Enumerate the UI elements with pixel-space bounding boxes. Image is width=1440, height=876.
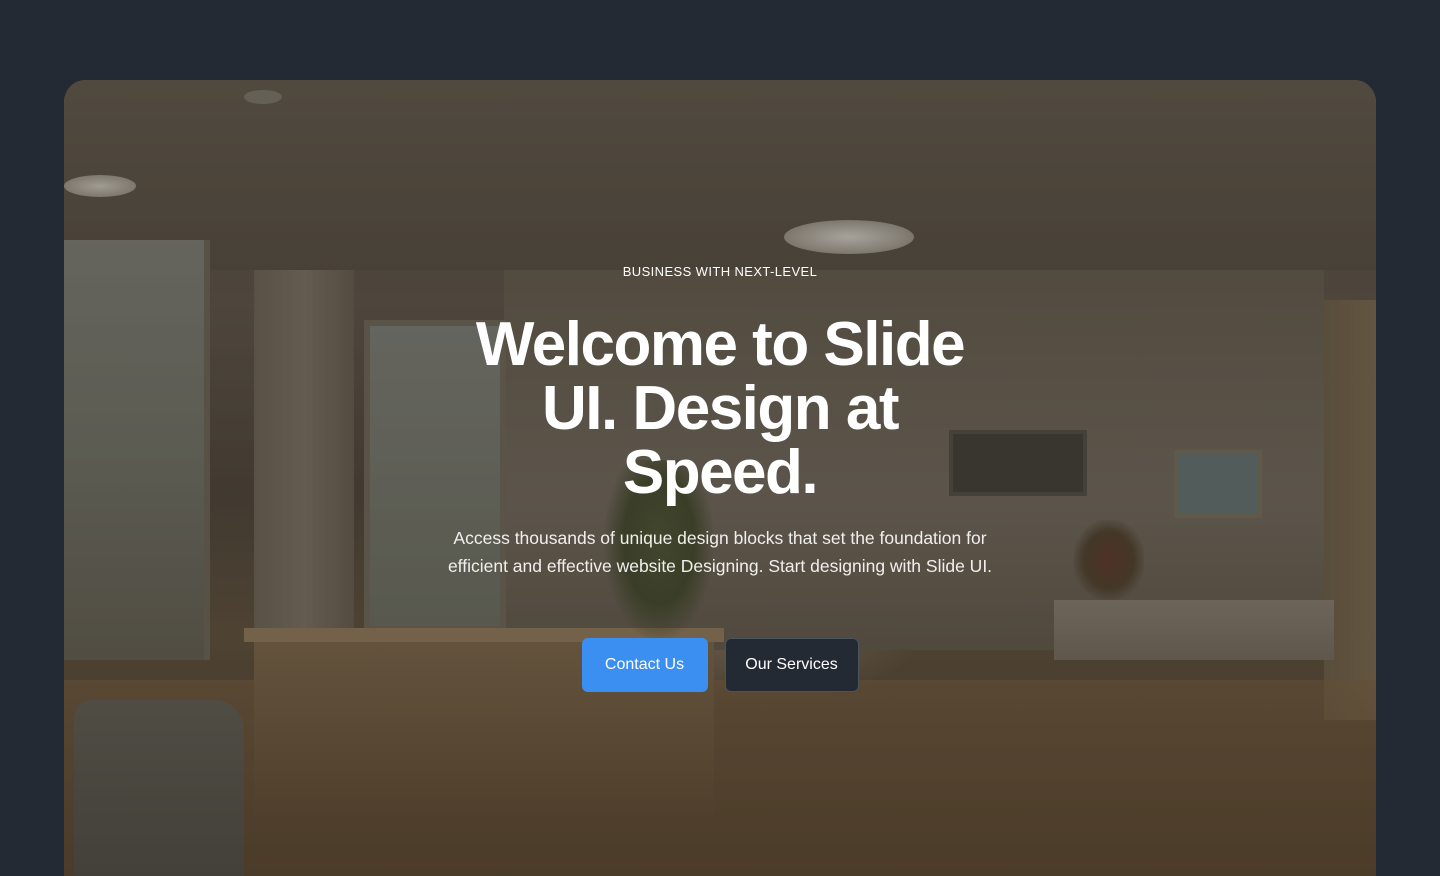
our-services-button[interactable]: Our Services	[724, 638, 859, 692]
hero-section: BUSINESS WITH NEXT-LEVEL Welcome to Slid…	[64, 80, 1376, 876]
hero-eyebrow: BUSINESS WITH NEXT-LEVEL	[622, 264, 818, 279]
hero-actions: Contact Us Our Services	[64, 638, 1376, 692]
hero-description: Access thousands of unique design blocks…	[447, 528, 993, 576]
contact-us-button[interactable]: Contact Us	[581, 638, 708, 692]
hero-content: BUSINESS WITH NEXT-LEVEL Welcome to Slid…	[64, 80, 1376, 876]
hero-title: Welcome to Slide UI. Design at Speed.	[475, 310, 966, 507]
